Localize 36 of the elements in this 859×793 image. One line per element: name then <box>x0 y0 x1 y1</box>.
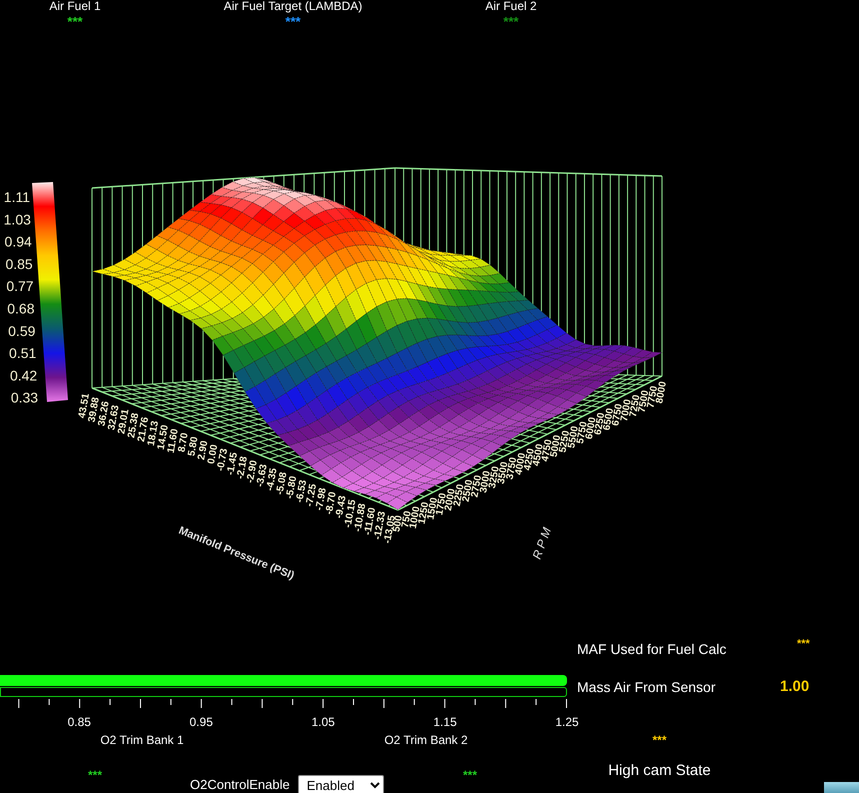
gauge-title: O2 Trim Bank 1 <box>99 732 185 749</box>
axis-tick-label: 8000 <box>654 380 669 404</box>
readout-label: MAF Used for Fuel Calc <box>577 640 728 658</box>
gauge-value: *** <box>462 768 477 782</box>
colorbar-label: 1.03 <box>4 211 31 228</box>
control-label: O2ControlEnable <box>190 776 290 793</box>
gauge-fragment <box>824 782 859 793</box>
colorbar-label: 0.77 <box>6 278 34 294</box>
axis-title: RPM <box>530 522 556 562</box>
colorbar-label: 1.11 <box>4 189 30 205</box>
colorbar-label: 0.51 <box>9 345 36 362</box>
readout-value: *** <box>652 733 666 747</box>
scale-label: 1.05 <box>311 714 335 731</box>
scale-label: 1.15 <box>433 714 457 731</box>
colorbar-label: 0.42 <box>10 367 38 384</box>
gauge-title: Air Fuel 1 <box>48 0 102 12</box>
readout-value: 1.00 <box>780 676 810 697</box>
readout-value: *** <box>797 637 810 652</box>
readout-label: Mass Air From Sensor <box>577 678 716 696</box>
gauge-title: O2 Trim Bank 2 <box>383 732 469 749</box>
gauge-title: Air Fuel Target (LAMBDA) <box>222 0 364 12</box>
gauge-value: *** <box>88 768 102 782</box>
readout-label: High cam State <box>608 762 711 779</box>
gauge-title: Air Fuel 2 <box>484 0 538 12</box>
colorbar-label: 0.85 <box>5 256 33 272</box>
gauge-value: *** <box>503 15 519 28</box>
colorbar-label: 0.33 <box>10 390 38 406</box>
gauge-value: *** <box>67 15 83 28</box>
colorbar-label: 0.68 <box>7 300 34 316</box>
colorbar-label: 0.94 <box>4 234 32 250</box>
gauge-value: *** <box>285 15 301 28</box>
scale-label: 0.95 <box>190 714 213 731</box>
scale-label: 1.25 <box>555 714 579 731</box>
enable-select[interactable]: Enabled <box>298 775 384 793</box>
scale-label: 0.85 <box>68 714 91 731</box>
colorbar-label: 0.59 <box>8 322 36 339</box>
